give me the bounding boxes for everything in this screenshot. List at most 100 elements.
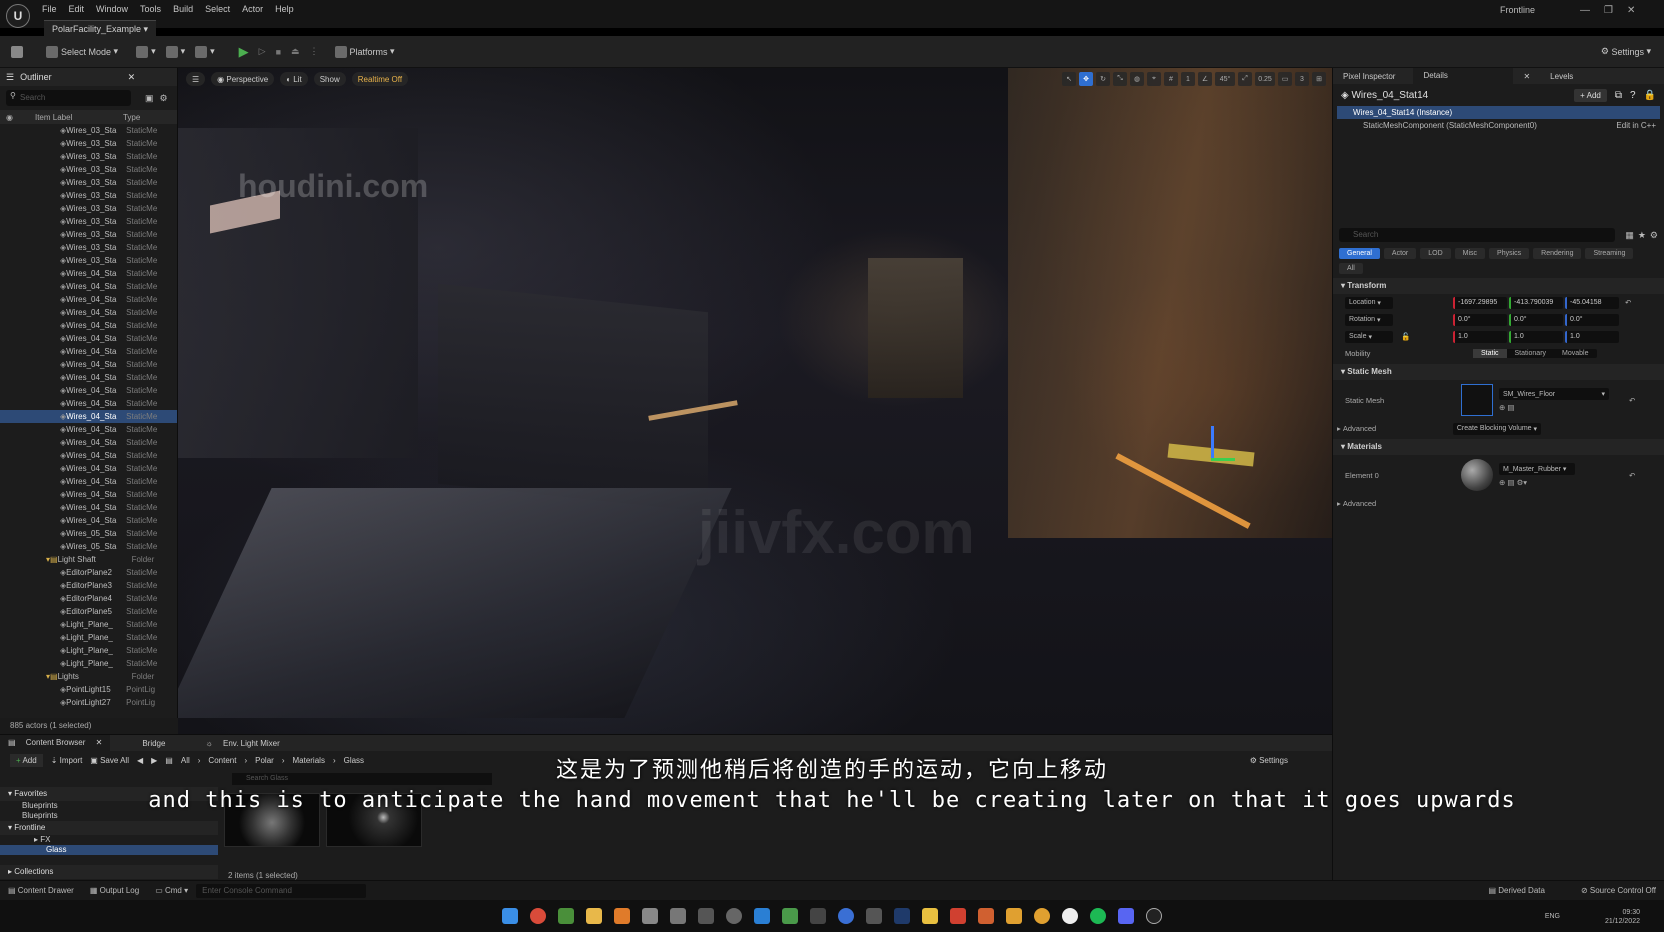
outliner-row[interactable]: ◈ Wires_04_Sta StaticMe	[0, 358, 177, 371]
transform-gizmo-y[interactable]	[1211, 458, 1235, 461]
mobility-static[interactable]: Static	[1473, 349, 1507, 358]
outliner-row[interactable]: ◈ Wires_03_Sta StaticMe	[0, 254, 177, 267]
derived-data-button[interactable]: ▤ Derived Data	[1480, 886, 1552, 895]
menu-actor[interactable]: Actor	[242, 4, 263, 14]
outliner-row[interactable]: ◈ Wires_04_Sta StaticMe	[0, 397, 177, 410]
cinematics-button[interactable]: ▾	[190, 42, 220, 62]
outliner-row[interactable]: ◈ Wires_04_Sta StaticMe	[0, 280, 177, 293]
blueprint-button[interactable]: ▾	[161, 42, 191, 62]
app-icon[interactable]	[782, 908, 798, 924]
col-item-label[interactable]: Item Label	[35, 113, 123, 122]
outliner-row[interactable]: ◈ Wires_03_Sta StaticMe	[0, 163, 177, 176]
outliner-row[interactable]: ◈ EditorPlane5 StaticMe	[0, 605, 177, 618]
outliner-row[interactable]: ◈ Wires_05_Sta StaticMe	[0, 527, 177, 540]
outliner-row[interactable]: ◈ PointLight27 PointLig	[0, 696, 177, 709]
maximize-icon[interactable]: ❐	[1604, 5, 1613, 16]
component-instance-row[interactable]: Wires_04_Stat14 (Instance)	[1337, 106, 1660, 119]
app-icon[interactable]	[1062, 908, 1078, 924]
outliner-tab[interactable]: ☰ Outliner ✕	[0, 68, 177, 86]
section-transform[interactable]: ▾ Transform	[1333, 278, 1664, 294]
outliner-row[interactable]: ◈ Wires_03_Sta StaticMe	[0, 202, 177, 215]
app-icon[interactable]	[698, 908, 714, 924]
filter-physics[interactable]: Physics	[1489, 248, 1530, 259]
filter-rendering[interactable]: Rendering	[1533, 248, 1582, 259]
advanced-materials-row[interactable]: ▸ Advanced	[1333, 495, 1664, 512]
collections-header[interactable]: ▸ Collections	[0, 865, 218, 879]
scale-snap-icon[interactable]: ⤢	[1238, 72, 1252, 86]
app-icon[interactable]	[1006, 908, 1022, 924]
outliner-row[interactable]: ◈ Wires_04_Sta StaticMe	[0, 436, 177, 449]
scale-dropdown[interactable]: Scale ▾	[1345, 330, 1393, 343]
app-icon[interactable]	[810, 908, 826, 924]
close-icon[interactable]: ✕	[128, 72, 136, 83]
rotation-z-field[interactable]: 0.0°	[1565, 313, 1619, 326]
select-mode-button[interactable]: Select Mode ▾	[41, 42, 123, 62]
viewport-options-button[interactable]: ☰	[186, 72, 206, 86]
eject-button[interactable]: ⏏	[286, 42, 305, 62]
show-button[interactable]: Show	[313, 72, 346, 86]
folder-fx[interactable]: ▸ FX	[0, 835, 218, 845]
menu-file[interactable]: File	[42, 4, 57, 14]
lit-button[interactable]: ◐ Lit	[280, 72, 308, 86]
chrome-icon[interactable]	[530, 908, 546, 924]
location-dropdown[interactable]: Location ▾	[1345, 296, 1393, 309]
gear-icon[interactable]: ⚙	[1650, 230, 1658, 241]
outliner-row[interactable]: ◈ PointLight15 PointLig	[0, 683, 177, 696]
outliner-row[interactable]: ◈ EditorPlane4 StaticMe	[0, 592, 177, 605]
select-tool-icon[interactable]: ↖	[1062, 72, 1076, 86]
scale-tool-icon[interactable]: ⤡	[1113, 72, 1127, 86]
outliner-row[interactable]: ◈ Wires_03_Sta StaticMe	[0, 228, 177, 241]
scale-x-field[interactable]: 1.0	[1453, 330, 1507, 343]
mobility-movable[interactable]: Movable	[1554, 349, 1596, 358]
outliner-row[interactable]: ◈ Light_Plane_ StaticMe	[0, 618, 177, 631]
discord-icon[interactable]	[1118, 908, 1134, 924]
spotify-icon[interactable]	[1090, 908, 1106, 924]
add-component-button[interactable]: + Add	[1574, 88, 1607, 102]
settings-button[interactable]: ⚙ Settings ▾	[1596, 42, 1656, 62]
output-log-button[interactable]: ▦ Output Log	[82, 886, 147, 895]
rotate-tool-icon[interactable]: ↻	[1096, 72, 1110, 86]
project-tab[interactable]: PolarFacility_Example ▾	[44, 20, 157, 37]
static-mesh-dropdown[interactable]: SM_Wires_Floor ▾	[1499, 388, 1609, 400]
gear-icon[interactable]: ⚙▾	[1517, 478, 1528, 487]
app-icon[interactable]	[558, 908, 574, 924]
filter-streaming[interactable]: Streaming	[1585, 248, 1634, 259]
folder-icon[interactable]: ▤	[1507, 403, 1514, 412]
filter-actor[interactable]: Actor	[1383, 248, 1417, 259]
outliner-row[interactable]: ◈ Wires_04_Sta StaticMe	[0, 293, 177, 306]
camera-speed-value[interactable]: 3	[1295, 72, 1309, 86]
realtime-button[interactable]: Realtime Off	[351, 72, 409, 86]
outliner-row[interactable]: ◈ Wires_04_Sta StaticMe	[0, 371, 177, 384]
app-icon[interactable]	[754, 908, 770, 924]
outliner-row[interactable]: ◈ Wires_04_Sta StaticMe	[0, 384, 177, 397]
menu-edit[interactable]: Edit	[69, 4, 85, 14]
perspective-button[interactable]: ◉ Perspective	[211, 72, 275, 86]
location-y-field[interactable]: -413.790039	[1509, 296, 1563, 309]
favorite-star-icon[interactable]: ★	[1638, 230, 1646, 241]
rotation-x-field[interactable]: 0.0°	[1453, 313, 1507, 326]
clock-date[interactable]: 21/12/2022	[1605, 917, 1640, 926]
step-button[interactable]: ▷	[254, 42, 271, 62]
minimize-icon[interactable]: —	[1580, 5, 1590, 16]
file-explorer-icon[interactable]	[586, 908, 602, 924]
table-view-icon[interactable]: ▦	[1625, 230, 1634, 241]
material-dropdown[interactable]: M_Master_Rubber ▾	[1499, 463, 1575, 475]
unreal-taskbar-icon[interactable]	[1146, 908, 1162, 924]
console-input[interactable]: Enter Console Command	[196, 883, 367, 898]
app-icon[interactable]	[614, 908, 630, 924]
world-local-icon[interactable]: ◍	[1130, 72, 1144, 86]
tab-levels[interactable]: Levels	[1540, 72, 1583, 81]
menu-build[interactable]: Build	[173, 4, 193, 14]
photoshop-icon[interactable]	[894, 908, 910, 924]
move-tool-icon[interactable]: ✥	[1079, 72, 1093, 86]
outliner-row[interactable]: ◈ Wires_04_Sta StaticMe	[0, 319, 177, 332]
outliner-folder-row[interactable]: ▾▤ Lights Folder	[0, 670, 177, 683]
outliner-row[interactable]: ◈ Wires_04_Sta StaticMe	[0, 423, 177, 436]
close-icon[interactable]: ✕	[1513, 72, 1540, 81]
menu-select[interactable]: Select	[205, 4, 230, 14]
outliner-row[interactable]: ◈ Wires_03_Sta StaticMe	[0, 150, 177, 163]
component-row[interactable]: StaticMeshComponent (StaticMeshComponent…	[1333, 119, 1664, 132]
actor-name[interactable]: Wires_04_Stat14	[1351, 90, 1428, 101]
outliner-row[interactable]: ◈ Light_Plane_ StaticMe	[0, 657, 177, 670]
transform-gizmo-z[interactable]	[1211, 426, 1214, 460]
